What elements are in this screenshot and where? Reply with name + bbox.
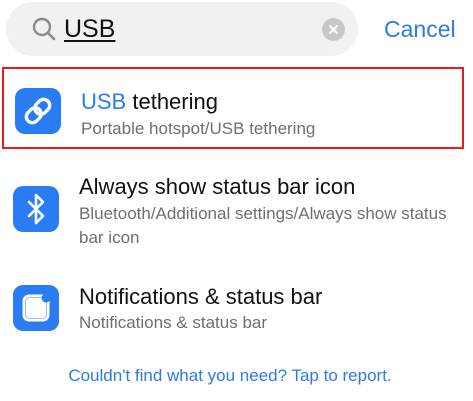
result-title-rest: tethering — [126, 89, 218, 114]
cancel-button[interactable]: Cancel — [384, 14, 456, 44]
result-subtitle: Portable hotspot/USB tethering — [81, 119, 316, 138]
result-title: Always show status bar icon — [79, 174, 356, 199]
result-subtitle: Bluetooth/Additional settings/Always sho… — [79, 204, 447, 247]
result-title: Notifications & status bar — [79, 284, 323, 309]
result-notifications-status-bar[interactable]: Notifications & status bar Notifications… — [0, 270, 473, 340]
search-input[interactable]: USB — [64, 13, 115, 45]
bluetooth-icon — [13, 186, 59, 232]
result-title: USB tethering — [81, 88, 218, 116]
notification-icon — [13, 285, 59, 331]
result-usb-tethering[interactable]: USB tethering Portable hotspot/USB tethe… — [2, 67, 464, 149]
search-results-screen: USB Cancel USB tethering Portable hotspo… — [0, 0, 473, 401]
report-link[interactable]: Couldn't find what you need? Tap to repo… — [0, 365, 460, 387]
result-subtitle: Notifications & status bar — [79, 313, 268, 332]
link-icon — [15, 88, 61, 134]
search-bar[interactable]: USB — [6, 2, 358, 56]
search-icon — [30, 15, 58, 43]
close-icon — [329, 25, 338, 34]
result-always-show-status-bar-icon[interactable]: Always show status bar icon Bluetooth/Ad… — [0, 160, 473, 260]
clear-search-button[interactable] — [322, 18, 345, 41]
result-title-match: USB — [81, 89, 127, 114]
